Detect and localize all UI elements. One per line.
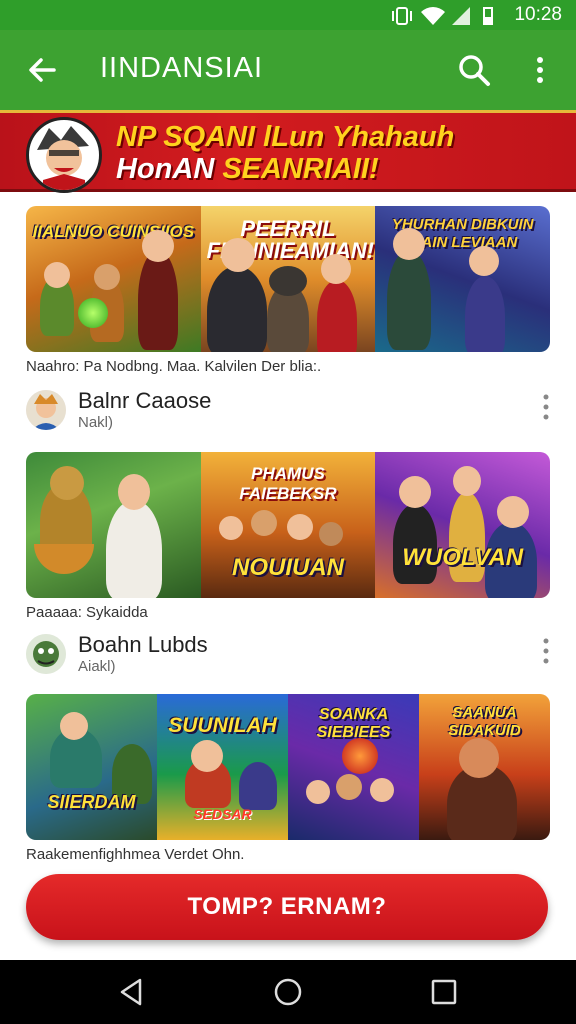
status-time: 10:28 [514,4,562,25]
item-subtitle: Aiakl) [78,658,116,675]
panel-title: SIIERDAM [47,792,136,812]
panel-title: WUOLVAN [402,544,524,571]
list-item[interactable]: Boahn Lubds Aiakl) [26,630,556,680]
status-bar: 10:28 [0,0,576,30]
mascot-icon [37,126,89,190]
panel-title: SEDSAR [193,806,252,822]
mascot-avatar [26,117,102,193]
card-panel: SOANKA SIEBIEES [288,694,419,840]
back-arrow-icon[interactable] [22,50,62,90]
list-item[interactable]: Balnr Caaose Nakl) [26,386,556,436]
more-vert-icon[interactable] [540,636,552,666]
game-card[interactable]: SIIERDAM SUUNILAH SEDSAR SOANKA SIEBIEES… [26,694,550,840]
card-panel: YHURHAN DIBKUIN FIAIN LEVIAAN [375,206,550,352]
nav-recents-icon[interactable] [428,976,460,1008]
game-card[interactable]: PHAMUS FAIEBEKSR NOUIUAN WUOLVAN [26,452,550,598]
card-panel: PEERRIL FIANNIEAMIAN! [200,206,376,352]
card-caption: Paaaaa: Sykaidda [26,604,148,621]
wifi-icon [421,7,445,25]
app-bar: IINDANSIAI [0,30,576,110]
game-card[interactable]: IIALNUO CUINSIIOS PEERRIL FIANNIEAMIAN! … [26,206,550,352]
item-name: Balnr Caaose [78,388,212,413]
card-caption: Naahro: Pa Nodbng. Maa. Kalvilen Der bli… [26,358,322,375]
nav-back-icon[interactable] [116,976,148,1008]
vibrate-icon [392,7,412,25]
avatar [26,390,66,430]
item-name: Boahn Lubds [78,632,208,657]
banner-headline-1: NP SQANI lLun Yhahauh [116,121,455,153]
card-panel: IIALNUO CUINSIIOS [26,206,201,352]
signal-icon [452,7,470,25]
item-subtitle: Nakl) [78,414,114,431]
battery-icon [483,7,493,25]
search-icon[interactable] [456,52,492,88]
card-panel: PHAMUS FAIEBEKSR NOUIUAN [200,452,376,598]
card-panel: SUUNILAH SEDSAR [157,694,288,840]
card-panel: WUOLVAN [375,452,550,598]
card-caption: Raakemenfighhmea Verdet Ohn. [26,846,245,863]
system-nav-bar [0,960,576,1024]
card-panel: SIIERDAM [26,694,157,840]
panel-title: NOUIUAN [232,554,344,581]
panel-title: SOANKA SIEBIEES [316,706,391,741]
more-vert-icon[interactable] [540,392,552,422]
panel-title: SAANUA SIDAKUID [448,704,521,739]
app-title: IINDANSIAI [100,52,264,84]
primary-cta-button[interactable]: TOMP? ERNAM? [26,874,548,940]
banner-headline-2: HonAN SEANRIAII! [116,153,379,185]
panel-title: SUUNILAH [168,714,277,737]
nav-home-icon[interactable] [272,976,304,1008]
panel-title: PHAMUS FAIEBEKSR [239,464,337,503]
promo-banner[interactable]: NP SQANI lLun Yhahauh HonAN SEANRIAII! [0,110,576,193]
card-panel [26,452,201,598]
avatar [26,634,66,674]
card-panel: SAANUA SIDAKUID [419,694,550,840]
more-vert-icon[interactable] [530,52,550,88]
